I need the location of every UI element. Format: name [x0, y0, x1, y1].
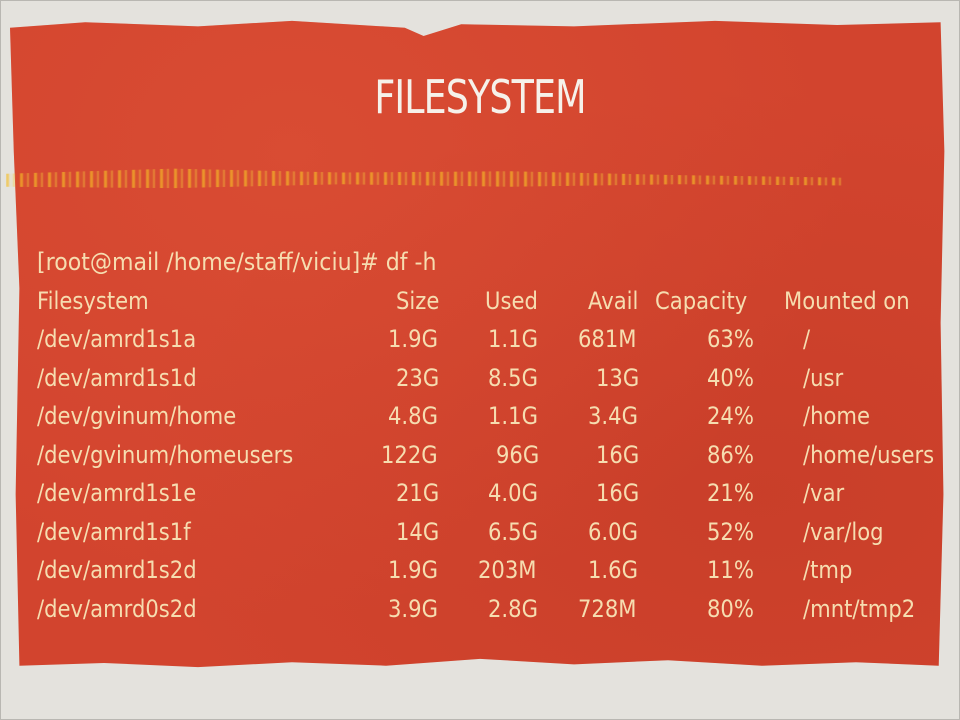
filesystem-cell: /dev/amrd0s2d	[37, 594, 197, 623]
filesystem-cell: /dev/amrd1s2d	[37, 556, 197, 584]
avail-cell: 728M	[578, 594, 638, 623]
size-cell: 23G	[395, 363, 440, 392]
table-row: /dev/amrd1s1a 1.9G 1.1G 681M 63% /	[37, 320, 952, 359]
size-cell: 4.8G	[388, 402, 439, 430]
capacity-cell: 86%	[706, 440, 754, 469]
table-row: /dev/gvinum/home 4.8G 1.1G 3.4G 24% /home	[37, 397, 952, 436]
mount-cell: /mnt/tmp2	[803, 594, 916, 623]
used-cell: 203M	[478, 556, 538, 584]
avail-cell: 6.0G	[588, 517, 639, 546]
size-cell: 14G	[395, 517, 440, 546]
slide-title: FILESYSTEM	[374, 70, 586, 124]
used-cell: 8.5G	[488, 363, 539, 392]
column-header: Mounted on	[784, 286, 910, 315]
size-cell: 122G	[380, 440, 438, 469]
avail-cell: 16G	[595, 440, 640, 469]
used-cell: 1.1G	[488, 402, 539, 430]
column-header: Size	[395, 286, 440, 315]
mount-cell: /usr	[803, 363, 844, 392]
capacity-cell: 40%	[706, 363, 754, 392]
command-prompt: [root@mail /home/staff/viciu]# df -h	[37, 248, 437, 276]
filesystem-cell: /dev/amrd1s1e	[37, 479, 197, 507]
table-row: /dev/gvinum/homeusers 122G 96G 16G 86% /home/…	[37, 436, 952, 475]
terminal-output: [root@mail /home/staff/viciu]# df -h Fil…	[37, 243, 952, 628]
filesystem-cell: /dev/amrd1s1a	[37, 325, 197, 353]
mount-cell: /tmp	[803, 556, 853, 584]
avail-cell: 16G	[595, 479, 640, 507]
size-cell: 1.9G	[388, 556, 439, 584]
avail-cell: 3.4G	[588, 402, 639, 430]
capacity-cell: 52%	[706, 517, 754, 546]
capacity-cell: 63%	[706, 325, 754, 353]
used-cell: 96G	[495, 440, 540, 469]
table-row: /dev/amrd1s1f 14G 6.5G 6.0G 52% /var/log	[37, 513, 952, 552]
filesystem-cell: /dev/amrd1s1d	[37, 363, 197, 392]
used-cell: 4.0G	[488, 479, 539, 507]
size-cell: 3.9G	[388, 594, 439, 623]
used-cell: 6.5G	[488, 517, 539, 546]
column-header: Used	[484, 286, 538, 315]
filesystem-cell: /dev/gvinum/homeusers	[37, 440, 294, 469]
column-header: Filesystem	[37, 286, 149, 315]
filesystem-cell: /dev/gvinum/home	[37, 402, 237, 430]
avail-cell: 1.6G	[588, 556, 639, 584]
mount-cell: /home	[803, 402, 870, 430]
table-row: /dev/amrd1s2d 1.9G 203M 1.6G 11% /tmp	[37, 551, 952, 590]
table-row: /dev/amrd1s1e 21G 4.0G 16G 21% /var	[37, 474, 952, 513]
used-cell: 1.1G	[488, 325, 539, 353]
column-header: Capacity	[655, 286, 748, 315]
df-table: Filesystem Size Used Avail Capacity Moun…	[37, 282, 952, 629]
mount-cell: /	[803, 325, 811, 353]
capacity-cell: 24%	[706, 402, 754, 430]
used-cell: 2.8G	[488, 594, 539, 623]
capacity-cell: 80%	[706, 594, 754, 623]
size-cell: 1.9G	[388, 325, 439, 353]
avail-cell: 681M	[578, 325, 638, 353]
capacity-cell: 11%	[706, 556, 754, 584]
table-row: /dev/amrd1s1d 23G 8.5G 13G 40% /usr	[37, 359, 952, 398]
mount-cell: /home/users	[803, 440, 935, 469]
avail-cell: 13G	[595, 363, 640, 392]
table-row: /dev/amrd0s2d 3.9G 2.8G 728M 80% /mnt/tmp2	[37, 590, 952, 629]
column-header: Avail	[587, 286, 639, 315]
capacity-cell: 21%	[706, 479, 754, 507]
mount-cell: /var/log	[803, 517, 884, 546]
table-header-row: Filesystem Size Used Avail Capacity Moun…	[37, 282, 952, 321]
size-cell: 21G	[395, 479, 440, 507]
mount-cell: /var	[803, 479, 845, 507]
filesystem-cell: /dev/amrd1s1f	[37, 517, 191, 546]
